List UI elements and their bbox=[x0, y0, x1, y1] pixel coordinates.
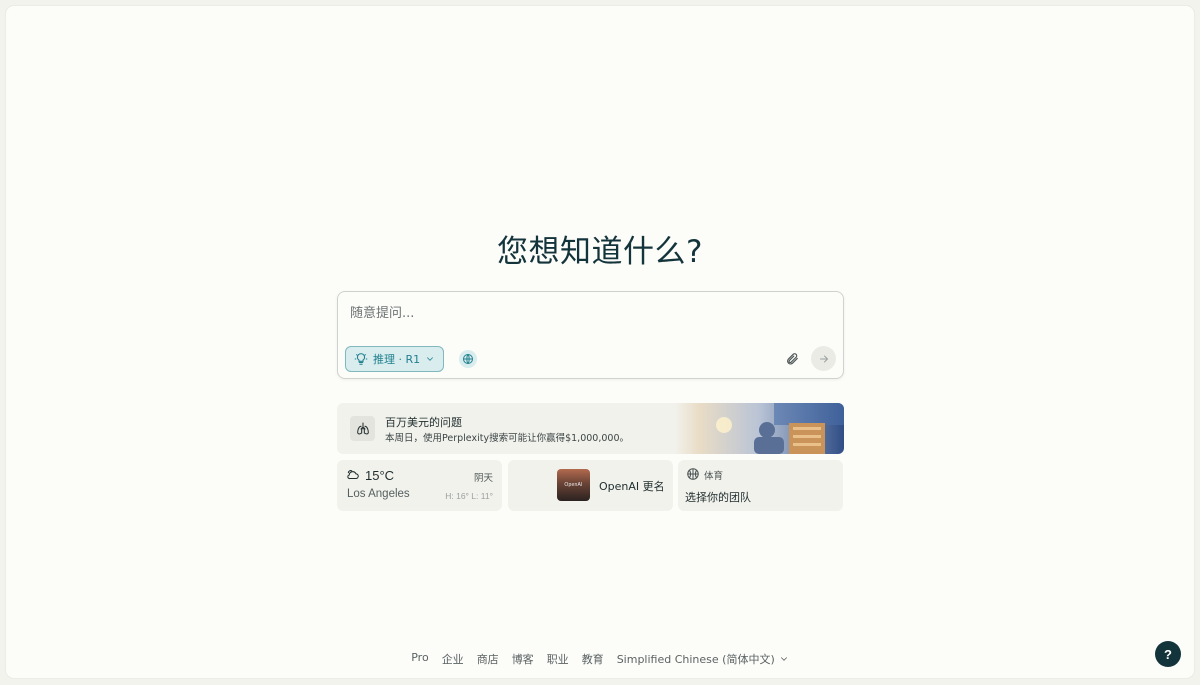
footer-link-blog[interactable]: 博客 bbox=[512, 651, 534, 667]
news-widget[interactable]: OpenAI OpenAI 更名 bbox=[508, 460, 673, 511]
search-box: 推理 · R1 bbox=[337, 291, 844, 379]
arrow-right-icon bbox=[819, 355, 828, 362]
search-input[interactable] bbox=[350, 300, 830, 326]
language-label: Simplified Chinese (简体中文) bbox=[616, 653, 775, 666]
weather-widget[interactable]: 15°C 阴天 Los Angeles H: 16° L: 11° bbox=[337, 460, 502, 511]
footer-link-pro[interactable]: Pro bbox=[411, 651, 428, 667]
paperclip-icon bbox=[787, 353, 798, 365]
temperature: 15°C bbox=[365, 468, 395, 483]
globe-icon bbox=[463, 354, 473, 364]
sports-label: 体育 bbox=[704, 471, 724, 482]
submit-button[interactable] bbox=[811, 346, 836, 371]
basketball-icon bbox=[687, 468, 699, 480]
weather-condition: 阴天 bbox=[473, 473, 493, 484]
lightbulb-icon bbox=[354, 353, 368, 365]
footer-link-store[interactable]: 商店 bbox=[477, 651, 499, 667]
attach-button[interactable] bbox=[782, 349, 802, 369]
footer-link-careers[interactable]: 职业 bbox=[547, 651, 569, 667]
news-title: OpenAI 更名 bbox=[599, 480, 665, 493]
news-thumbnail: OpenAI bbox=[557, 469, 590, 501]
promo-subtitle: 本周日，使用Perplexity搜索可能让你赢得$1,000,000。 bbox=[385, 433, 629, 444]
help-button[interactable]: ? bbox=[1155, 641, 1181, 667]
footer-link-enterprise[interactable]: 企业 bbox=[442, 651, 464, 667]
reasoning-mode-button[interactable]: 推理 · R1 bbox=[345, 346, 444, 372]
weather-hilo: H: 16° L: 11° bbox=[445, 491, 493, 501]
chevron-down-icon bbox=[780, 657, 787, 661]
page-title: 您想知道什么? bbox=[497, 234, 703, 270]
language-selector[interactable]: Simplified Chinese (简体中文) bbox=[617, 651, 789, 667]
sports-widget[interactable]: 体育 选择你的团队 bbox=[678, 460, 843, 511]
lungs-icon bbox=[350, 416, 375, 441]
chevron-down-icon bbox=[427, 357, 434, 361]
footer-link-education[interactable]: 教育 bbox=[582, 651, 604, 667]
sports-title: 选择你的团队 bbox=[685, 491, 751, 504]
footer: Pro 企业 商店 博客 职业 教育 Simplified Chinese (简… bbox=[0, 651, 1200, 667]
web-search-toggle[interactable] bbox=[459, 350, 477, 368]
promo-image bbox=[674, 403, 844, 454]
news-thumb-text: OpenAI bbox=[564, 482, 583, 488]
mode-label: 推理 · R1 bbox=[373, 353, 421, 366]
weather-city: Los Angeles bbox=[347, 488, 410, 500]
promo-title: 百万美元的问题 bbox=[385, 416, 462, 429]
promo-card[interactable]: 百万美元的问题 本周日，使用Perplexity搜索可能让你赢得$1,000,0… bbox=[337, 403, 844, 454]
cloud-icon bbox=[347, 470, 359, 480]
